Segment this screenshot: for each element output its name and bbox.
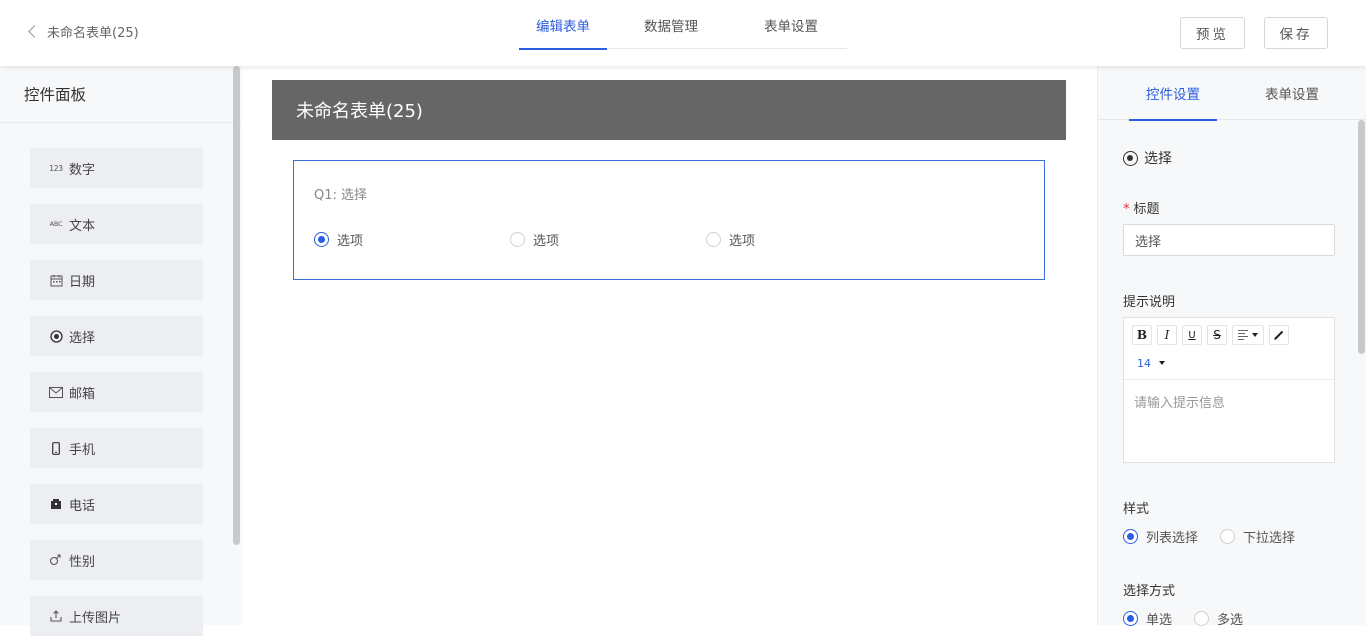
mode-option-single[interactable]: 单选 — [1123, 609, 1172, 628]
option-label: 选项 — [337, 234, 364, 249]
italic-button[interactable]: I — [1157, 325, 1177, 345]
control-item-label: 文本 — [69, 218, 96, 234]
preview-button[interactable]: 预览 — [1180, 17, 1245, 49]
caret-down-icon — [1252, 333, 1258, 337]
radio-selected-icon[interactable] — [1123, 529, 1138, 544]
tab-form-settings[interactable]: 表单设置 — [735, 0, 847, 49]
control-item-label: 日期 — [69, 274, 96, 290]
required-mark: * — [1123, 202, 1130, 217]
form-title-banner[interactable]: 未命名表单(25) — [272, 80, 1066, 140]
control-type: 选择 — [1123, 148, 1172, 168]
radio-unselected-icon[interactable] — [1194, 611, 1210, 626]
radio-unselected-icon[interactable] — [1220, 529, 1236, 544]
control-item-number[interactable]: 123 数字 — [30, 148, 203, 188]
caret-down-icon — [1159, 361, 1165, 365]
option-label: 选项 — [729, 234, 756, 249]
hint-rich-text-editor: B I U S 14 请输入提示信息 — [1123, 317, 1335, 463]
pen-color-button[interactable] — [1269, 325, 1289, 345]
radio-icon — [1123, 150, 1138, 166]
tab-data-management[interactable]: 数据管理 — [607, 0, 735, 49]
editor-toolbar: B I U S 14 — [1124, 318, 1334, 380]
font-size-value: 14 — [1137, 356, 1151, 370]
control-item-label: 电话 — [69, 498, 96, 514]
title-input[interactable] — [1123, 224, 1335, 256]
question-card[interactable]: Q1: 选择 选项 选项 选项 — [293, 160, 1045, 280]
hint-label: 提示说明 — [1123, 295, 1176, 310]
mode-option-multiple[interactable]: 多选 — [1194, 609, 1243, 628]
control-item-label: 邮箱 — [69, 386, 96, 402]
control-item-gender[interactable]: 性别 — [30, 540, 203, 580]
control-item-email[interactable]: 邮箱 — [30, 372, 203, 412]
option-label: 选项 — [533, 234, 560, 249]
control-item-label: 上传图片 — [69, 610, 122, 626]
form-name: 未命名表单(25) — [47, 26, 139, 41]
control-item-telephone[interactable]: 电话 — [30, 484, 203, 524]
tab-form-settings-panel[interactable]: 表单设置 — [1248, 66, 1336, 120]
style-option-label: 下拉选择 — [1243, 531, 1296, 546]
radio-selected-icon[interactable] — [1123, 611, 1138, 626]
control-item-label: 手机 — [69, 442, 96, 458]
number-123-icon: 123 — [49, 163, 63, 173]
tab-edit-form[interactable]: 编辑表单 — [519, 0, 607, 50]
calendar-icon — [49, 274, 63, 287]
style-options: 列表选择 下拉选择 — [1123, 527, 1309, 546]
select-mode-label: 选择方式 — [1123, 584, 1176, 599]
envelope-icon — [49, 386, 63, 398]
style-option-label: 列表选择 — [1146, 531, 1199, 546]
control-item-text[interactable]: ABC 文本 — [30, 204, 203, 244]
underline-button[interactable]: U — [1182, 325, 1202, 345]
control-panel-title: 控件面板 — [0, 66, 242, 123]
gender-icon — [49, 554, 63, 566]
question-option[interactable]: 选项 — [510, 230, 559, 249]
select-mode-options: 单选 多选 — [1123, 609, 1257, 628]
chevron-left-icon — [28, 25, 41, 38]
settings-tabs: 控件设置 表单设置 — [1098, 66, 1366, 121]
save-button[interactable]: 保存 — [1264, 17, 1328, 49]
mobile-phone-icon — [49, 441, 63, 455]
radio-icon — [49, 329, 63, 343]
tab-control-settings[interactable]: 控件设置 — [1129, 66, 1217, 121]
control-item-label: 数字 — [69, 162, 96, 178]
style-option-list[interactable]: 列表选择 — [1123, 527, 1198, 546]
question-option[interactable]: 选项 — [706, 230, 755, 249]
bold-button[interactable]: B — [1132, 325, 1152, 345]
control-item-date[interactable]: 日期 — [30, 260, 203, 300]
question-title: Q1: 选择 — [314, 188, 368, 203]
style-label: 样式 — [1123, 502, 1150, 517]
align-left-icon — [1238, 330, 1248, 340]
control-panel-scrollbar[interactable] — [233, 66, 240, 545]
control-item-choice[interactable]: 选择 — [30, 316, 203, 356]
control-item-upload-image[interactable]: 上传图片 — [30, 596, 203, 636]
settings-panel: 控件设置 表单设置 选择 *标题 提示说明 B I U S 14 — [1097, 66, 1366, 628]
control-item-label: 选择 — [69, 330, 96, 346]
form-canvas: 未命名表单(25) Q1: 选择 选项 选项 选项 — [242, 66, 1097, 625]
telephone-icon — [49, 498, 63, 510]
top-bar: 未命名表单(25) 编辑表单 数据管理 表单设置 预览 保存 — [0, 0, 1366, 66]
hint-editor-placeholder[interactable]: 请输入提示信息 — [1124, 380, 1334, 423]
text-abc-icon: ABC — [49, 220, 63, 228]
control-item-mobile[interactable]: 手机 — [30, 428, 203, 468]
title-label-text: 标题 — [1133, 202, 1160, 217]
control-type-label: 选择 — [1144, 151, 1172, 167]
upload-icon — [49, 610, 63, 622]
radio-unselected-icon[interactable] — [706, 232, 721, 247]
question-option[interactable]: 选项 — [314, 230, 363, 249]
radio-unselected-icon[interactable] — [510, 232, 525, 247]
settings-scrollbar[interactable] — [1358, 120, 1365, 354]
mode-option-label: 多选 — [1217, 613, 1244, 628]
style-option-dropdown[interactable]: 下拉选择 — [1220, 527, 1295, 546]
align-dropdown[interactable] — [1232, 325, 1264, 345]
main-tabs: 编辑表单 数据管理 表单设置 — [519, 0, 847, 50]
back-button[interactable]: 未命名表单(25) — [26, 22, 139, 41]
pen-icon — [1274, 330, 1284, 340]
mode-option-label: 单选 — [1146, 613, 1173, 628]
title-field-label: * 标题 — [1123, 198, 1160, 217]
control-item-label: 性别 — [69, 554, 96, 570]
strikethrough-button[interactable]: S — [1207, 325, 1227, 345]
radio-selected-icon[interactable] — [314, 232, 329, 247]
font-size-dropdown[interactable]: 14 — [1132, 353, 1170, 373]
control-panel: 控件面板 123 数字 ABC 文本 日期 选择 邮箱 手机 电话 性别 上传图… — [0, 66, 242, 636]
